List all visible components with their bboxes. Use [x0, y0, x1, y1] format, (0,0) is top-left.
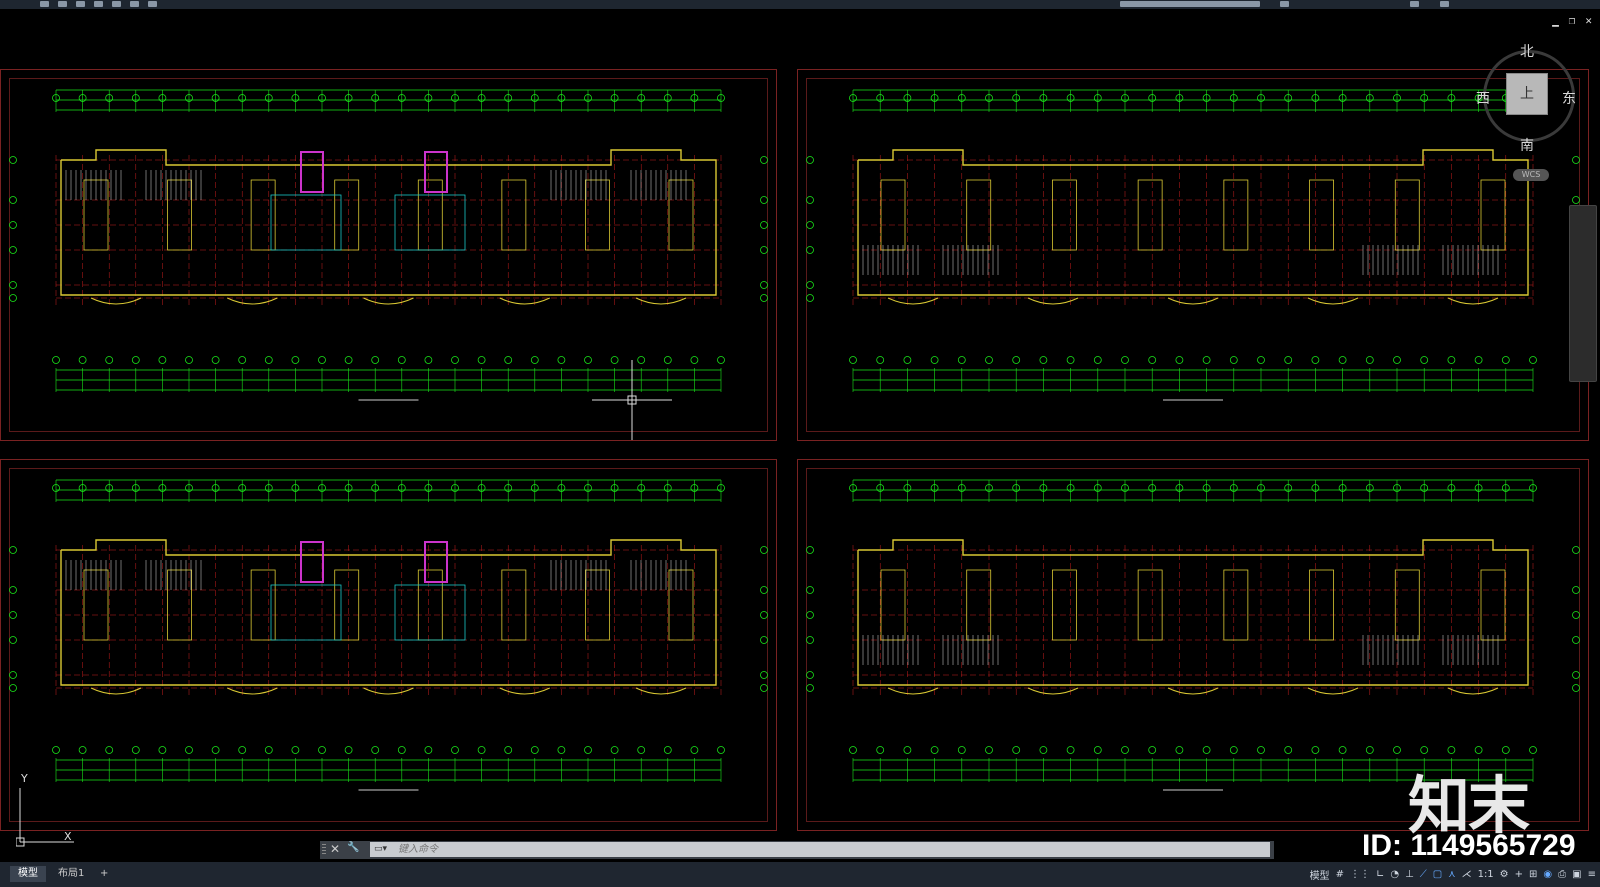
- annotation-monitor-icon[interactable]: +: [1515, 869, 1523, 880]
- floor-plan-sheet-3[interactable]: [0, 459, 777, 831]
- tab-layout1[interactable]: 布局1: [50, 866, 92, 882]
- isodraft-icon[interactable]: ⊥: [1405, 869, 1414, 880]
- save-icon[interactable]: [76, 1, 85, 7]
- ucs-y-label: Y: [21, 772, 28, 785]
- ucs-icon: Y X: [15, 772, 86, 848]
- title-bar: [0, 0, 1600, 9]
- plot-icon[interactable]: [112, 1, 121, 7]
- window-controls: ▁ ❐ ✕: [1552, 14, 1592, 27]
- snap-icon[interactable]: ⋮⋮: [1350, 869, 1370, 880]
- otrack-icon[interactable]: ▢: [1433, 869, 1442, 880]
- navigation-bar[interactable]: [1569, 205, 1597, 382]
- undo-icon[interactable]: [130, 1, 139, 7]
- customize-icon[interactable]: 🔧: [347, 842, 359, 853]
- close-button[interactable]: ✕: [1585, 14, 1592, 27]
- grid-icon[interactable]: #: [1336, 869, 1344, 880]
- command-line: ✕ 🔧 ▭▾: [320, 841, 1274, 859]
- save-as-icon[interactable]: [94, 1, 103, 7]
- tab-model[interactable]: 模型: [10, 866, 46, 882]
- polar-icon[interactable]: ◔: [1390, 869, 1399, 880]
- compass-south[interactable]: 南: [1520, 135, 1534, 155]
- cursor-crosshair: [592, 360, 672, 440]
- annotation-scale-button[interactable]: 1:1: [1478, 869, 1494, 880]
- new-icon[interactable]: [40, 1, 49, 7]
- customize-menu-icon[interactable]: ≡: [1588, 869, 1596, 880]
- wcs-menu[interactable]: WCS: [1513, 169, 1549, 181]
- workspace-gear-icon[interactable]: ⚙: [1500, 869, 1509, 880]
- status-bar: 模型 布局1 + 模型 # ⋮⋮ ∟ ◔ ⊥ ⟋ ▢ ⋏ ⋌ 1:1 ⚙ + ⊞…: [0, 862, 1600, 887]
- isolate-objects-icon[interactable]: ◉: [1543, 869, 1552, 880]
- restore-button[interactable]: ❐: [1569, 14, 1576, 27]
- model-space-button[interactable]: 模型: [1310, 867, 1330, 882]
- floor-plan-sheet-2[interactable]: [797, 69, 1589, 441]
- compass-west[interactable]: 西: [1476, 88, 1490, 108]
- annotation-visibility-icon[interactable]: ⋏: [1448, 869, 1455, 880]
- clean-screen-icon[interactable]: ▣: [1572, 869, 1581, 880]
- floor-plan-drawing: [9, 479, 768, 791]
- cart-icon[interactable]: [1410, 1, 1419, 7]
- units-icon[interactable]: ⊞: [1529, 869, 1537, 880]
- command-prompt-icon: ▭▾: [374, 844, 388, 854]
- ortho-icon[interactable]: ∟: [1376, 869, 1384, 880]
- autoscale-icon[interactable]: ⋌: [1462, 869, 1472, 880]
- watermark-id: ID: 1149565729: [1362, 829, 1576, 862]
- compass-north[interactable]: 北: [1520, 41, 1534, 61]
- floor-plan-drawing: [806, 89, 1580, 401]
- help-icon[interactable]: [1440, 1, 1449, 7]
- tab-add-layout[interactable]: +: [92, 866, 116, 882]
- redo-icon[interactable]: [148, 1, 157, 7]
- command-input[interactable]: [370, 842, 1270, 857]
- drag-handle[interactable]: [322, 844, 326, 856]
- ucs-x-label: X: [64, 830, 72, 843]
- hardware-acceleration-icon[interactable]: ⎙: [1558, 869, 1566, 880]
- osnap-icon[interactable]: ⟋: [1420, 869, 1427, 880]
- viewcube[interactable]: 北 南 西 东 上: [1476, 44, 1576, 154]
- viewcube-top-face[interactable]: 上: [1506, 73, 1548, 115]
- search-box[interactable]: [1120, 1, 1260, 7]
- user-icon[interactable]: [1280, 1, 1289, 7]
- compass-east[interactable]: 东: [1562, 88, 1576, 108]
- open-icon[interactable]: [58, 1, 67, 7]
- status-toolbar: 模型 # ⋮⋮ ∟ ◔ ⊥ ⟋ ▢ ⋏ ⋌ 1:1 ⚙ + ⊞ ◉ ⎙ ▣ ≡: [1310, 867, 1596, 882]
- command-close-icon[interactable]: ✕: [330, 842, 340, 856]
- minimize-button[interactable]: ▁: [1552, 14, 1559, 27]
